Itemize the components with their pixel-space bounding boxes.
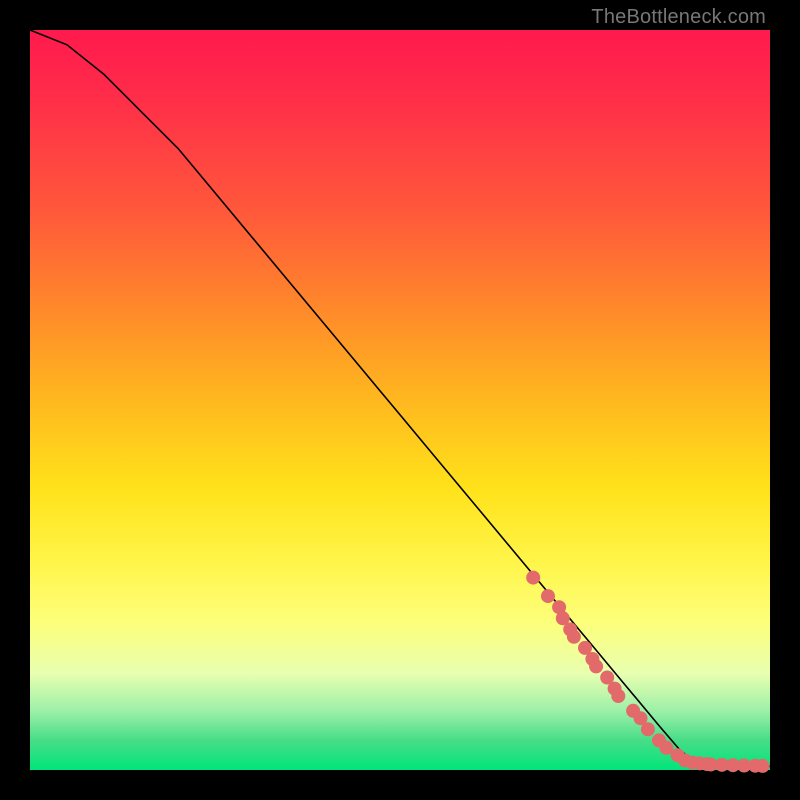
marker-dot xyxy=(541,589,555,603)
curve-line xyxy=(30,30,770,766)
marker-dot xyxy=(526,571,540,585)
marker-dot xyxy=(589,659,603,673)
chart-overlay xyxy=(30,30,770,770)
curve-path xyxy=(30,30,770,766)
marker-dot xyxy=(611,689,625,703)
marker-dot xyxy=(567,630,581,644)
marker-dot xyxy=(641,722,655,736)
watermark-text: TheBottleneck.com xyxy=(591,6,766,29)
marker-dot xyxy=(756,759,770,773)
marker-dots xyxy=(526,571,769,773)
chart-frame: TheBottleneck.com xyxy=(0,0,800,800)
